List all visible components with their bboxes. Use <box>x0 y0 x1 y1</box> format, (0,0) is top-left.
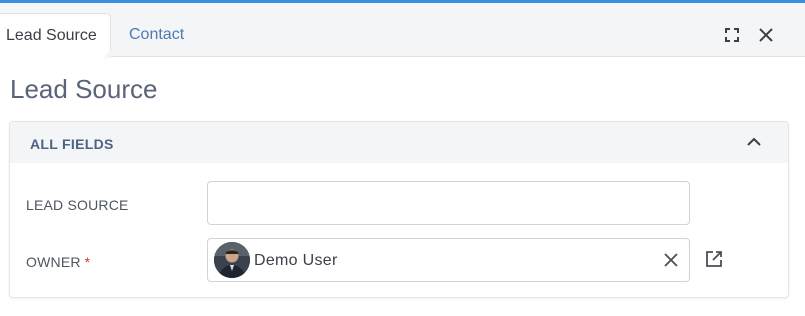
owner-field[interactable]: Demo User <box>207 238 690 282</box>
tab-lead-source[interactable]: Lead Source <box>0 13 111 58</box>
owner-label-text: OWNER <box>26 254 81 270</box>
lead-source-input[interactable] <box>208 182 689 224</box>
clear-icon[interactable] <box>663 252 679 268</box>
required-mark: * <box>84 254 91 270</box>
owner-value: Demo User <box>254 252 338 269</box>
owner-label: OWNER * <box>26 254 90 270</box>
section-header[interactable]: ALL FIELDS <box>10 122 788 163</box>
tab-label: Contact <box>129 26 185 43</box>
tab-label: Lead Source <box>6 27 97 44</box>
lead-source-label: LEAD SOURCE <box>26 197 129 213</box>
page-title: Lead Source <box>10 74 158 104</box>
lead-source-field[interactable] <box>207 181 690 225</box>
tab-contact[interactable]: Contact <box>129 13 184 57</box>
tab-fold-corner <box>103 50 111 58</box>
tab-bar: Lead Source Contact <box>0 3 805 58</box>
avatar <box>214 242 250 278</box>
chevron-up-icon[interactable] <box>746 134 762 150</box>
all-fields-section: ALL FIELDS LEAD SOURCE OWNER * Demo User <box>9 121 789 298</box>
section-title: ALL FIELDS <box>30 136 114 152</box>
close-icon[interactable] <box>757 26 775 44</box>
open-in-new-icon[interactable] <box>704 249 724 269</box>
expand-icon[interactable] <box>723 26 741 44</box>
